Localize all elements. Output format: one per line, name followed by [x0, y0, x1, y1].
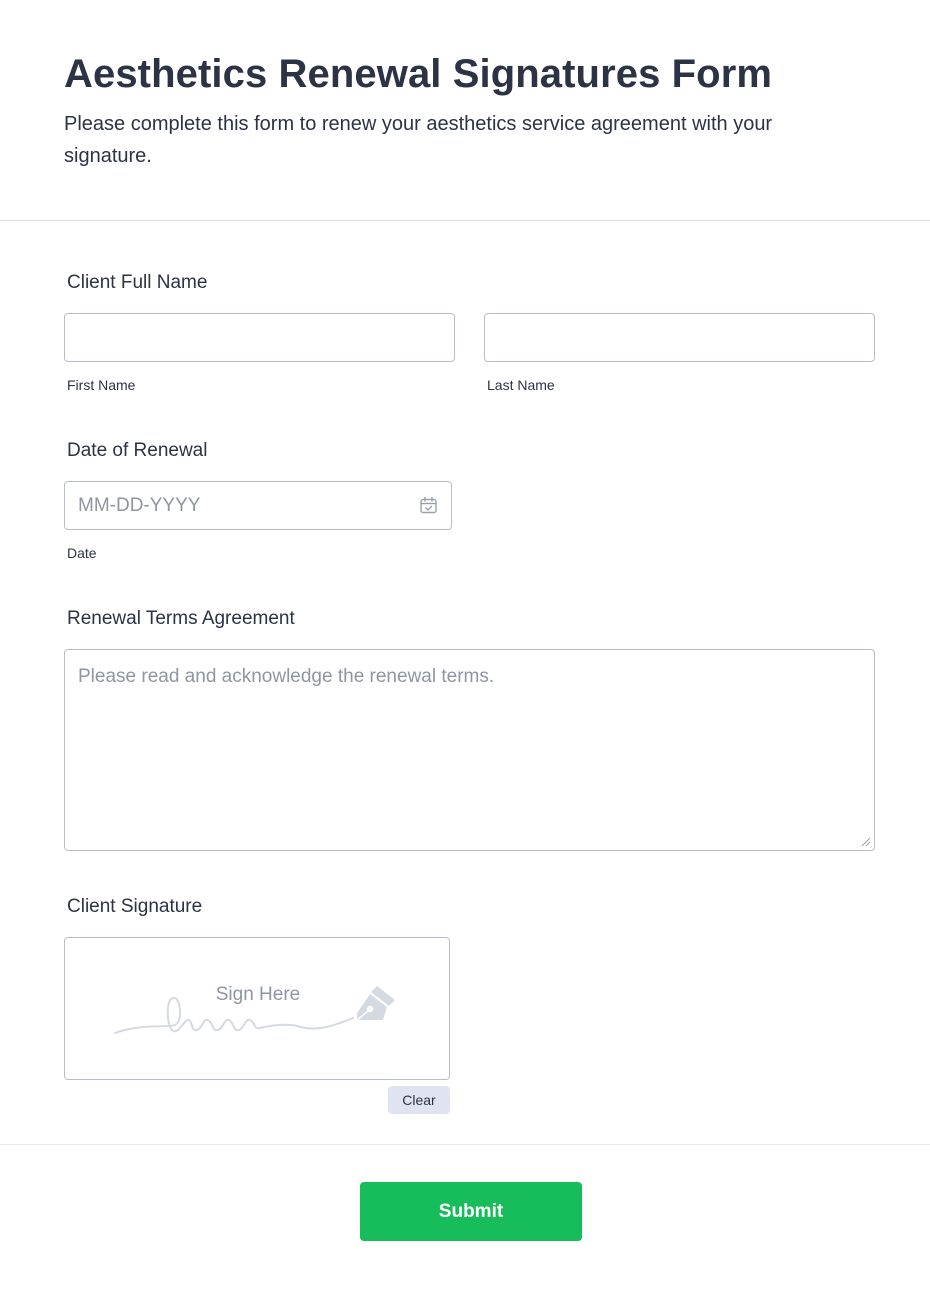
page-title: Aesthetics Renewal Signatures Form: [64, 52, 773, 96]
terms-label: Renewal Terms Agreement: [67, 608, 295, 629]
first-name-input[interactable]: [64, 313, 455, 362]
renewal-date-label: Date of Renewal: [67, 440, 208, 461]
date-placeholder: MM-DD-YYYY: [78, 495, 201, 516]
form-header: Aesthetics Renewal Signatures Form Pleas…: [0, 0, 930, 221]
footer-divider: [0, 1144, 930, 1145]
submit-button[interactable]: Submit: [360, 1182, 582, 1241]
page-subtitle: Please complete this form to renew your …: [64, 113, 773, 167]
last-name-sublabel: Last Name: [487, 377, 555, 393]
date-sublabel: Date: [67, 545, 97, 561]
renewal-date-input[interactable]: MM-DD-YYYY: [64, 481, 452, 530]
client-name-label: Client Full Name: [67, 272, 208, 293]
last-name-input[interactable]: [484, 313, 875, 362]
resize-handle-icon[interactable]: [861, 837, 871, 847]
signature-pad[interactable]: Sign Here: [64, 937, 450, 1080]
terms-placeholder: Please read and acknowledge the renewal …: [78, 666, 495, 687]
pen-nib-icon: [356, 986, 395, 1021]
signature-label: Client Signature: [67, 896, 203, 917]
clear-signature-button[interactable]: Clear: [388, 1086, 450, 1114]
calendar-icon[interactable]: [419, 496, 438, 515]
first-name-sublabel: First Name: [67, 377, 136, 393]
terms-textarea[interactable]: Please read and acknowledge the renewal …: [64, 649, 875, 851]
